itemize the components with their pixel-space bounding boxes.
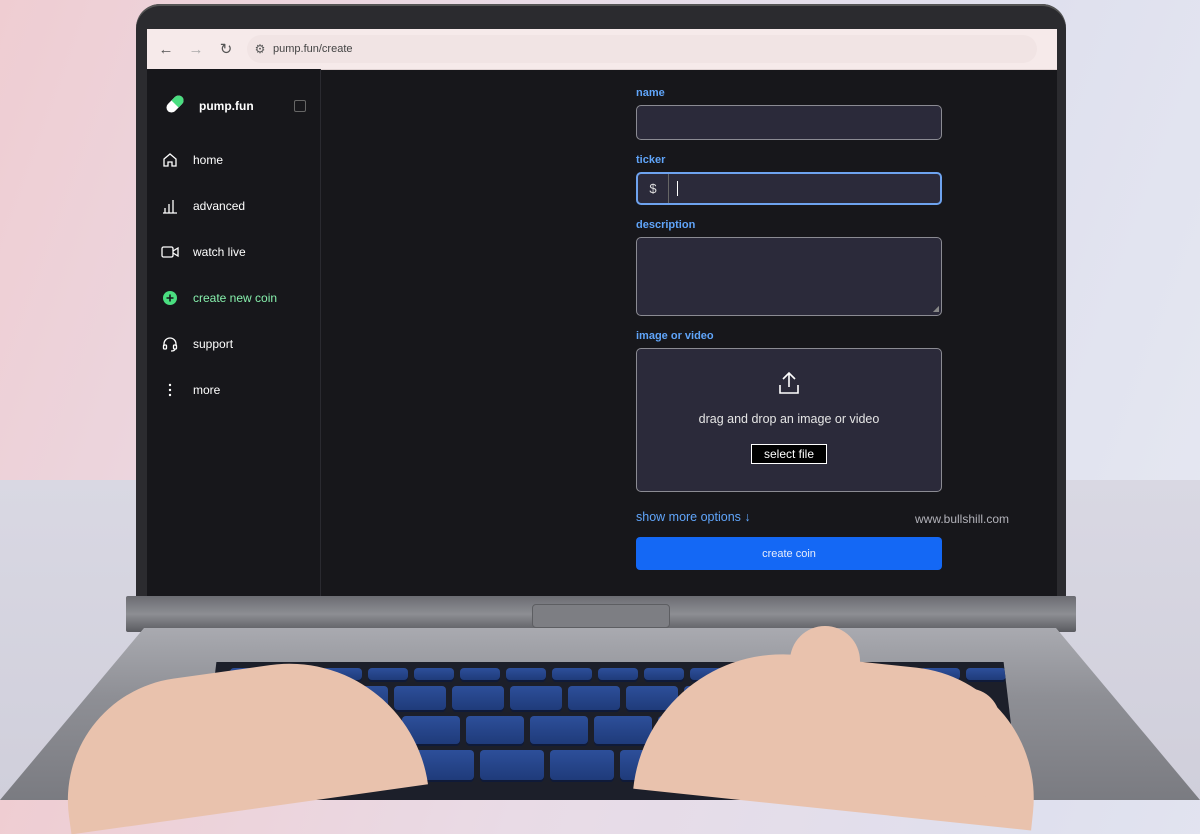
sidebar-nav: home advanced watch live create new coin… [147,137,320,413]
sidebar-item-create-new-coin[interactable]: create new coin [147,275,320,321]
browser-toolbar: ← → ↻ ⚙ pump.fun/create [147,29,1057,70]
name-label: name [636,87,665,99]
plus-circle-icon [161,289,179,307]
sidebar-item-advanced[interactable]: advanced [147,183,320,229]
sidebar-item-watch-live[interactable]: watch live [147,229,320,275]
arrow-left-icon: ← [158,40,174,58]
dropzone-text: drag and drop an image or video [698,412,880,426]
more-vertical-icon [161,381,179,399]
sidebar-item-label: home [193,153,224,167]
name-input[interactable] [636,105,942,140]
address-bar[interactable]: ⚙ pump.fun/create [247,35,1037,63]
home-icon [161,151,179,169]
create-coin-form: name ticker $ description ◢ image or vid… [636,87,942,570]
pill-logo-icon [163,92,187,121]
sidebar-item-label: create new coin [193,291,278,305]
ticker-label: ticker [636,154,666,166]
site-settings-icon[interactable]: ⚙ [247,42,273,56]
watermark: www.bullshill.com [915,512,1010,526]
laptop-screen: ← → ↻ ⚙ pump.fun/create pump.fun home ad… [147,29,1057,596]
create-coin-button[interactable]: create coin [636,537,942,570]
sidebar-item-label: watch live [193,245,246,259]
media-label: image or video [636,330,714,342]
media-dropzone[interactable]: drag and drop an image or video select f… [636,348,942,492]
text-caret [677,181,678,196]
back-button[interactable]: ← [151,34,181,64]
collapse-sidebar-icon[interactable] [294,100,306,112]
description-textarea[interactable]: ◢ [636,237,942,316]
chart-bars-icon [161,197,179,215]
ticker-input[interactable]: $ [636,172,942,205]
forward-button[interactable]: → [181,34,211,64]
laptop-notch [532,604,670,628]
sidebar-item-support[interactable]: support [147,321,320,367]
video-camera-icon [161,243,179,261]
select-file-button[interactable]: select file [750,444,828,464]
sidebar-item-label: support [193,337,234,351]
sidebar-item-label: advanced [193,199,246,213]
reload-icon: ↻ [219,41,233,58]
brand[interactable]: pump.fun [147,69,320,119]
url-text: pump.fun/create [273,43,353,55]
show-more-options-link[interactable]: show more options ↓ [636,510,942,524]
right-finger [790,626,860,736]
sidebar: pump.fun home advanced watch live create… [147,69,321,596]
sidebar-item-label: more [193,383,221,397]
upload-icon [778,371,800,400]
arrow-right-icon: → [188,40,204,58]
headset-icon [161,335,179,353]
brand-name: pump.fun [199,99,254,113]
reload-button[interactable]: ↻ [211,34,241,64]
ticker-prefix: $ [638,174,669,203]
sidebar-item-more[interactable]: more [147,367,320,413]
resize-handle-icon[interactable]: ◢ [933,304,939,313]
sidebar-item-home[interactable]: home [147,137,320,183]
description-label: description [636,219,696,231]
